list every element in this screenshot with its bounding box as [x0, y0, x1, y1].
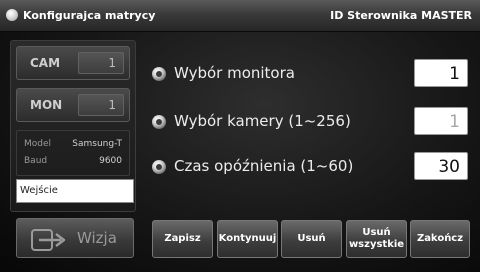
baud-label: Baud	[24, 156, 48, 166]
model-value: Samsung-T	[72, 139, 122, 149]
cam-value: 1	[78, 52, 124, 74]
finish-button[interactable]: Zakończ	[410, 220, 470, 258]
model-row: Model Samsung-T	[24, 139, 122, 149]
radio-camera-icon[interactable]	[152, 115, 166, 129]
view-button[interactable]: Wizja	[16, 218, 134, 258]
view-button-label: Wizja	[77, 229, 117, 247]
continue-button[interactable]: Kontynuuj	[217, 220, 278, 258]
option-camera-label: Wybór kamery (1~256)	[174, 112, 351, 130]
delete-button[interactable]: Usuń	[281, 220, 342, 258]
mon-selector[interactable]: MON 1	[16, 88, 130, 122]
delete-all-button[interactable]: Usuń wszystkie	[346, 220, 407, 258]
option-delay-label: Czas opóźnienia (1~60)	[174, 157, 354, 175]
monitor-value-field[interactable]: 1	[414, 59, 468, 87]
baud-value: 9600	[99, 156, 122, 166]
input-field[interactable]: Wejście	[16, 179, 134, 203]
device-id-label: ID Sterownika MASTER	[330, 9, 472, 22]
title-bar: Konfigurajca matrycy ID Sterownika MASTE…	[0, 0, 480, 32]
mon-value: 1	[78, 94, 124, 116]
cam-selector[interactable]: CAM 1	[16, 46, 130, 80]
delete-all-label-line2: wszystkie	[348, 239, 405, 250]
radio-monitor-icon[interactable]	[152, 67, 166, 81]
option-monitor-label: Wybór monitora	[174, 64, 295, 82]
camera-value-field[interactable]: 1	[414, 107, 468, 135]
monitor-arrow-icon	[31, 229, 66, 251]
device-info: Model Samsung-T Baud 9600	[16, 130, 130, 176]
save-button[interactable]: Zapisz	[152, 220, 213, 258]
radio-delay-icon[interactable]	[152, 160, 166, 174]
delete-all-label-line1: Usuń	[362, 227, 391, 238]
mon-label: MON	[30, 98, 63, 112]
baud-row: Baud 9600	[24, 156, 122, 166]
page-title: Konfigurajca matrycy	[23, 9, 156, 22]
cam-label: CAM	[30, 56, 61, 70]
delay-value-field[interactable]: 30	[414, 152, 468, 180]
title-bullet-icon	[6, 9, 18, 21]
model-label: Model	[24, 139, 52, 149]
